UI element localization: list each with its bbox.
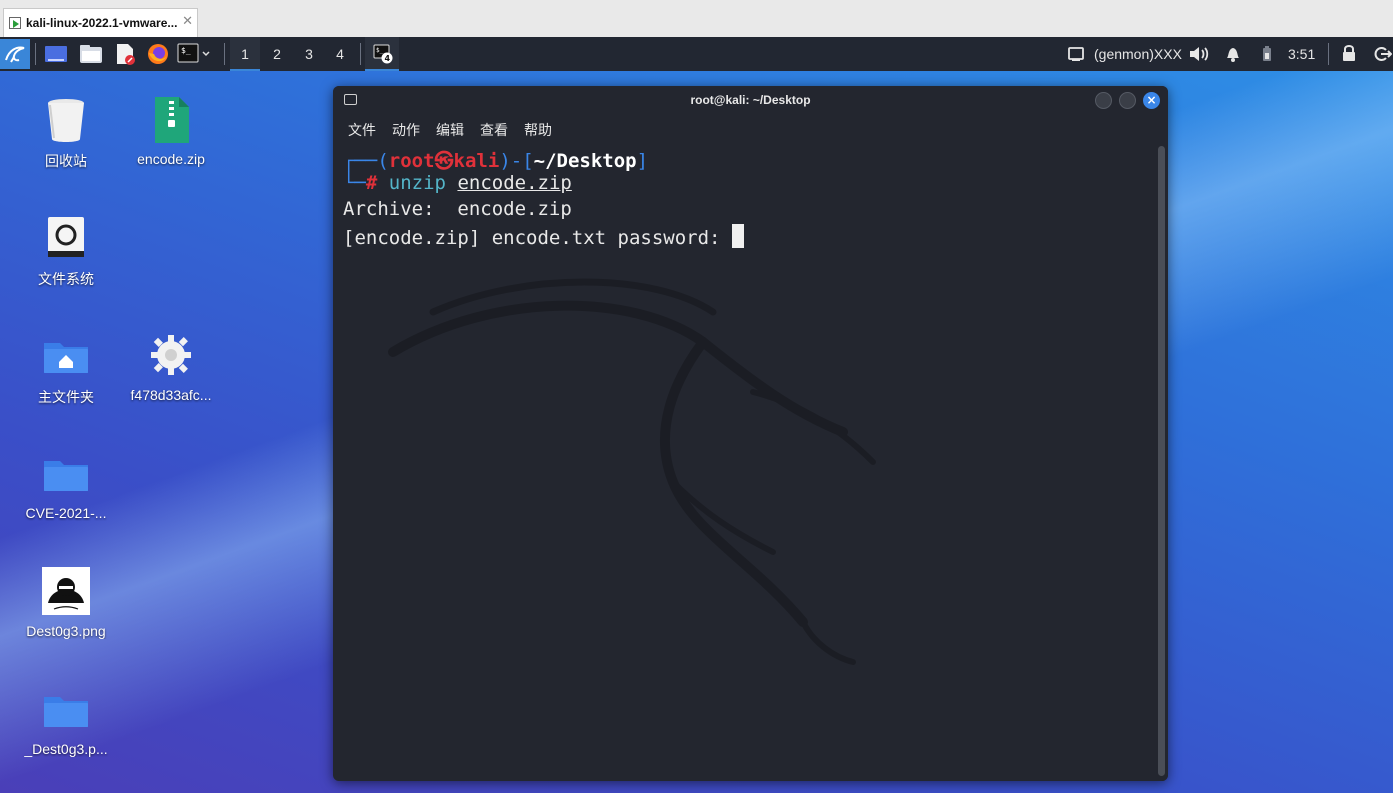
prompt-end: ] <box>636 150 649 172</box>
show-desktop-button[interactable] <box>44 41 68 67</box>
prompt-at: ㉿ <box>434 150 454 172</box>
prompt-corner-top: ┌──( <box>343 150 389 172</box>
menu-actions[interactable]: 动作 <box>392 120 420 140</box>
chevron-down-icon <box>202 51 210 57</box>
desktop-icon-dest0g3-folder[interactable]: _Dest0g3.p... <box>14 683 118 757</box>
prompt-user: root <box>388 150 435 172</box>
scrollbar-thumb[interactable] <box>1158 146 1165 776</box>
prompt-mid: )-[ <box>499 150 534 172</box>
kali-menu-button[interactable] <box>0 39 30 69</box>
task-badge: 4 <box>385 54 391 63</box>
prompt-host: kali <box>453 150 500 172</box>
terminal-titlebar[interactable]: root@kali: ~/Desktop × <box>333 86 1168 115</box>
firefox-launcher[interactable] <box>146 41 170 67</box>
desktop-icon-home[interactable]: 主文件夹 <box>14 329 118 407</box>
desktop-icon-dest0g3-png[interactable]: Dest0g3.png <box>14 565 118 639</box>
panel-separator <box>35 43 36 65</box>
desktop-icon-cve-folder[interactable]: CVE-2021-... <box>14 447 118 521</box>
password-prompt-line[interactable]: [encode.zip] encode.txt password: <box>343 224 744 249</box>
desktop-icon-trash[interactable]: 回收站 <box>14 93 118 171</box>
terminal-cursor <box>731 224 744 248</box>
terminal-menubar: 文件 动作 编辑 查看 帮助 <box>333 117 1168 141</box>
volume-icon[interactable] <box>1188 41 1210 67</box>
desktop-icon-encode-zip[interactable]: encode.zip <box>119 93 223 167</box>
genmon-text[interactable]: (genmon)XXX <box>1094 46 1182 62</box>
terminal-window[interactable]: root@kali: ~/Desktop × 文件 动作 编辑 查看 帮助 ┌─… <box>333 86 1168 781</box>
output-line: Archive: encode.zip <box>343 198 572 220</box>
panel-separator <box>1328 43 1329 65</box>
lock-icon <box>1343 45 1355 61</box>
desktop-icon-filesystem[interactable]: 文件系统 <box>14 211 118 289</box>
workspace-2[interactable]: 2 <box>262 37 292 71</box>
top-panel: $_ 1 2 3 4 $_ 4 (genmon)XXX 3:51 <box>0 37 1393 71</box>
vm-tab-close-icon[interactable]: ✕ <box>182 14 193 29</box>
folder-icon <box>80 45 102 63</box>
menu-edit[interactable]: 编辑 <box>436 120 464 140</box>
vm-tab-label: kali-linux-2022.1-vmware... <box>26 16 178 30</box>
desktop-icon <box>45 46 67 62</box>
menu-file[interactable]: 文件 <box>348 120 376 140</box>
firefox-icon <box>148 44 168 64</box>
desktop-icon-label: 文件系统 <box>38 271 94 287</box>
minimize-button[interactable] <box>1095 92 1112 109</box>
terminal-scrollbar[interactable] <box>1155 142 1168 781</box>
prompt-line-command: └─# unzip encode.zip <box>343 172 572 194</box>
prompt-dir: ~/Desktop <box>533 150 637 172</box>
desktop-icon-label: _Dest0g3.p... <box>24 741 108 757</box>
desktop-icon-label: f478d33afc... <box>130 387 212 403</box>
close-button[interactable]: × <box>1143 92 1160 109</box>
battery-icon[interactable] <box>1259 41 1275 67</box>
text-editor-launcher[interactable] <box>113 41 137 67</box>
workspace-3[interactable]: 3 <box>294 37 324 71</box>
desktop-icon-label: encode.zip <box>137 151 205 167</box>
logout-icon <box>1374 47 1393 61</box>
workspace-4[interactable]: 4 <box>325 37 355 71</box>
command-name: unzip <box>388 172 446 194</box>
prompt-line-top: ┌──(root㉿kali)-[~/Desktop] <box>343 146 648 173</box>
terminal-window-icon: $_ 4 <box>373 44 393 64</box>
password-prompt-text: [encode.zip] encode.txt password: <box>343 227 732 249</box>
terminal-output[interactable]: ┌──(root㉿kali)-[~/Desktop] └─# unzip enc… <box>333 142 1155 781</box>
clock[interactable]: 3:51 <box>1288 46 1315 62</box>
logout-button[interactable] <box>1372 41 1393 67</box>
filesystem-icon <box>38 211 94 267</box>
desktop-icon-label: CVE-2021-... <box>25 505 107 521</box>
kali-dragon-icon <box>5 46 25 63</box>
image-file-icon <box>38 565 94 621</box>
folder-icon <box>38 447 94 503</box>
home-folder-icon <box>38 329 94 385</box>
maximize-button[interactable] <box>1119 92 1136 109</box>
svg-text:$_: $_ <box>181 46 191 55</box>
prompt-corner-bottom: └─ <box>343 172 366 194</box>
terminal-title: root@kali: ~/Desktop <box>690 93 811 107</box>
gear-icon <box>143 329 199 385</box>
taskbar-terminal-window[interactable]: $_ 4 <box>365 37 399 71</box>
lock-screen-button[interactable] <box>1340 41 1358 67</box>
vm-play-icon <box>9 17 21 29</box>
desktop-icon-label: 回收站 <box>45 153 87 169</box>
panel-separator <box>224 43 225 65</box>
menu-help[interactable]: 帮助 <box>524 120 552 140</box>
panel-separator <box>360 43 361 65</box>
terminal-icon: $_ <box>177 43 210 63</box>
desktop-icon-label: 主文件夹 <box>38 389 94 405</box>
kali-dragon-watermark <box>388 278 876 665</box>
terminal-launcher[interactable]: $_ <box>177 41 211 67</box>
notification-bell-icon[interactable] <box>1224 41 1242 67</box>
command-arg: encode.zip <box>457 172 572 194</box>
text-editor-icon <box>117 44 135 65</box>
workspace-1[interactable]: 1 <box>230 37 260 71</box>
zip-file-icon <box>143 93 199 149</box>
menu-view[interactable]: 查看 <box>480 120 508 140</box>
genmon-icon <box>1067 41 1085 67</box>
desktop-icon-settings-file[interactable]: f478d33afc... <box>119 329 223 403</box>
desktop-icon-label: Dest0g3.png <box>26 623 106 639</box>
trash-icon <box>38 93 94 149</box>
file-manager-launcher[interactable] <box>79 41 103 67</box>
vm-tab[interactable]: kali-linux-2022.1-vmware... ✕ <box>3 8 198 37</box>
svg-text:$_: $_ <box>376 47 384 54</box>
vmware-tab-strip: kali-linux-2022.1-vmware... ✕ <box>0 0 1393 38</box>
prompt-hash: # <box>365 172 378 194</box>
folder-icon <box>38 683 94 739</box>
